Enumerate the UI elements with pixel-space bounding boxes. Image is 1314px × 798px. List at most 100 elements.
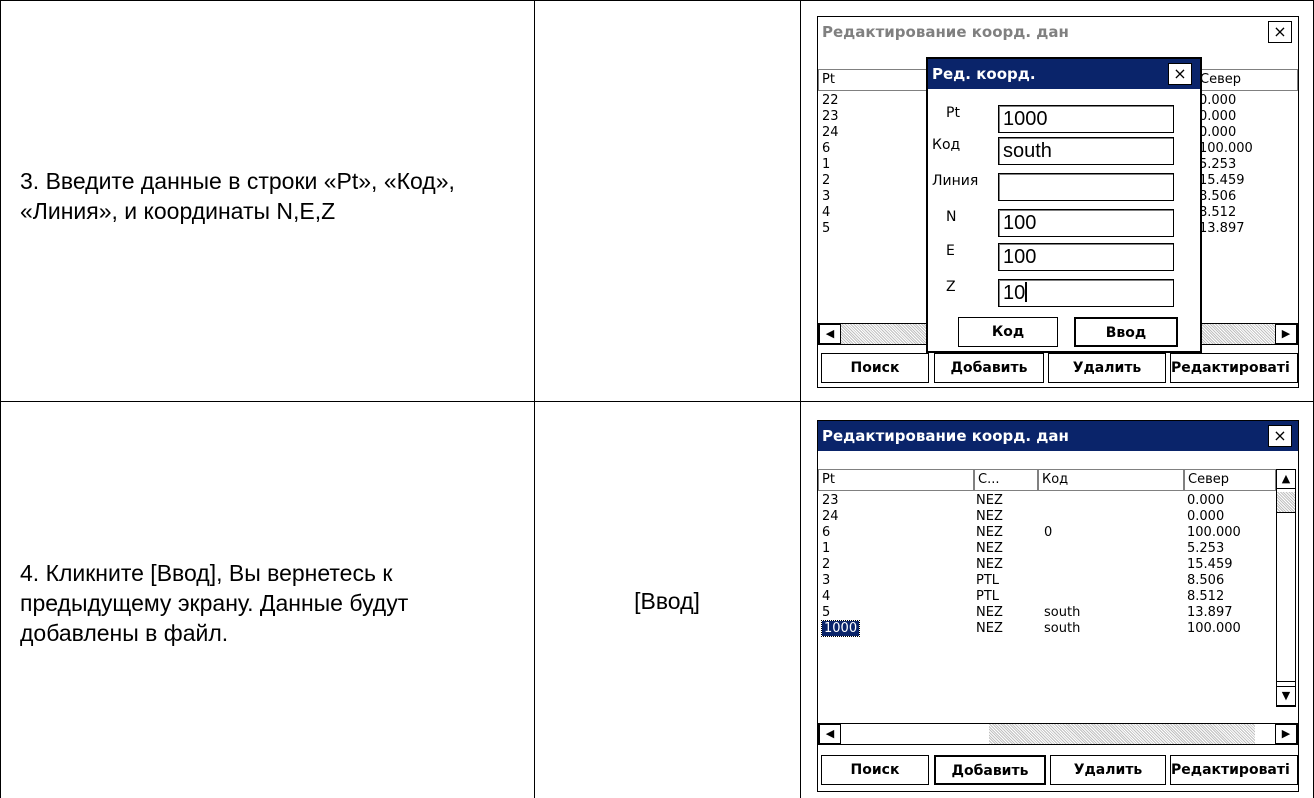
pt-cell[interactable]: 23	[822, 109, 839, 124]
pt-cell: 23	[822, 493, 839, 508]
north-cell[interactable]: 5.253	[1199, 157, 1236, 172]
edit-coords-dialog: Ред. коорд. × Pt 1000 Код south Линия N 100 E 10…	[926, 57, 1202, 353]
table-row[interactable]: 4 PTL 8.512	[818, 589, 1276, 605]
column-header-pt[interactable]: Pt	[818, 469, 974, 491]
table-row[interactable]: 24 NEZ 0.000	[818, 509, 1276, 525]
north-cell[interactable]: 0.000	[1199, 125, 1236, 140]
table-row[interactable]: 23 NEZ 0.000	[818, 493, 1276, 509]
pt-value: 2	[822, 557, 831, 572]
pt-cell: 2	[822, 557, 830, 572]
field-input[interactable]: 1000	[998, 105, 1174, 133]
type-cell: NEZ	[976, 605, 1003, 620]
pt-cell[interactable]: 24	[822, 125, 839, 140]
north-cell[interactable]: 8.506	[1199, 189, 1236, 204]
add-button[interactable]: Добавить	[934, 353, 1044, 383]
vertical-scrollbar[interactable]: ▲ ▼	[1276, 469, 1296, 707]
window-title-text: Редактирование коорд. дан	[822, 427, 1069, 445]
dialog-close-icon[interactable]: ×	[1168, 63, 1192, 85]
field-input[interactable]: 100	[998, 243, 1174, 271]
scroll-track-top[interactable]	[1277, 492, 1295, 512]
pt-cell[interactable]: 2	[822, 173, 830, 188]
hscroll-track[interactable]	[989, 724, 1255, 744]
dialog-title-text: Ред. коорд.	[932, 65, 1036, 83]
north-cell[interactable]: 0.000	[1199, 109, 1236, 124]
scroll-down-icon[interactable]: ▼	[1276, 686, 1296, 706]
horizontal-scrollbar[interactable]: ◀ ▶	[818, 723, 1298, 745]
delete-button[interactable]: Удалить	[1048, 353, 1166, 383]
scroll-thumb[interactable]	[1276, 512, 1296, 682]
column-header-c[interactable]: С...	[974, 469, 1038, 491]
pt-cell[interactable]: 1	[822, 157, 830, 172]
table-col-divider-2	[800, 0, 801, 798]
pt-cell[interactable]: 22	[822, 93, 839, 108]
table-row[interactable]: 3 PTL 8.506	[818, 573, 1276, 589]
type-cell: NEZ	[976, 509, 1003, 524]
field-input[interactable]	[998, 173, 1174, 201]
device-screen-edit-dialog: Редактирование коорд. дан × Pt Север 22 2…	[817, 16, 1299, 388]
pt-value: 1	[822, 541, 831, 556]
table-row[interactable]: 1 NEZ 5.253	[818, 541, 1276, 557]
field-value: 10	[1003, 282, 1026, 304]
north-cell: 8.506	[1187, 573, 1225, 588]
field-input[interactable]: 10	[998, 279, 1174, 307]
field-input[interactable]: south	[998, 137, 1174, 165]
scroll-left-icon[interactable]: ◀	[819, 324, 841, 344]
delete-button[interactable]: Удалить	[1050, 755, 1166, 785]
table-row[interactable]: 6 NEZ 0 100.000	[818, 525, 1276, 541]
column-header-north[interactable]: Север	[1196, 69, 1298, 91]
scroll-right-icon[interactable]: ▶	[1275, 324, 1297, 344]
code-button[interactable]: Код	[958, 317, 1058, 347]
close-icon[interactable]: ×	[1268, 21, 1292, 43]
north-cell[interactable]: 8.512	[1199, 205, 1236, 220]
step-4-text: 4. Кликните [Ввод], Вы вернетесь к преды…	[20, 560, 409, 646]
table-row-divider	[0, 401, 1314, 402]
table-border-left	[0, 0, 1, 798]
table-row[interactable]: 1000 NEZ south 100.000	[818, 620, 1276, 637]
north-cell[interactable]: 0.000	[1199, 93, 1236, 108]
hscroll-thumb[interactable]	[841, 724, 989, 744]
pt-value: 5	[822, 605, 831, 620]
pt-cell[interactable]: 6	[822, 141, 830, 156]
pt-value: 6	[822, 525, 831, 540]
north-cell[interactable]: 100.000	[1199, 141, 1253, 156]
type-cell: PTL	[976, 573, 1000, 588]
enter-button[interactable]: Ввод	[1074, 317, 1178, 347]
field-value: 100	[1003, 246, 1037, 268]
type-cell: NEZ	[976, 525, 1003, 540]
field-label: Линия	[932, 173, 979, 189]
add-button[interactable]: Добавить	[934, 755, 1046, 785]
close-icon[interactable]: ×	[1268, 425, 1292, 447]
step-3-text: 3. Введите данные в строки «Pt», «Код», …	[20, 168, 455, 224]
pt-cell[interactable]: 5	[822, 221, 830, 236]
search-button[interactable]: Поиск	[821, 755, 929, 785]
column-header-code[interactable]: Код	[1038, 469, 1184, 491]
table-row[interactable]: 2 NEZ 15.459	[818, 557, 1276, 573]
pt-cell[interactable]: 4	[822, 205, 830, 220]
pt-cell[interactable]: 3	[822, 189, 830, 204]
edit-button[interactable]: Редактироваті	[1170, 755, 1298, 785]
type-cell: NEZ	[976, 557, 1003, 572]
pt-cell: 1000	[820, 620, 861, 637]
north-cell: 100.000	[1187, 621, 1241, 636]
code-cell: south	[1044, 605, 1081, 620]
north-cell[interactable]: 15.459	[1199, 173, 1245, 188]
search-button[interactable]: Поиск	[821, 353, 929, 383]
code-cell: south	[1044, 621, 1081, 636]
window-title: Редактирование коорд. дан	[818, 421, 1298, 451]
pt-cell: 1	[822, 541, 830, 556]
scroll-left-icon[interactable]: ◀	[819, 724, 841, 744]
step-4-action: [Ввод]	[634, 588, 700, 614]
pt-cell: 4	[822, 589, 830, 604]
table-row[interactable]: 5 NEZ south 13.897	[818, 605, 1276, 621]
north-cell[interactable]: 13.897	[1199, 221, 1245, 236]
scroll-up-icon[interactable]: ▲	[1276, 469, 1296, 489]
list-header: Pt С... Код Север	[818, 469, 1298, 491]
edit-button[interactable]: Редактироваті	[1170, 353, 1298, 383]
column-header-pt[interactable]: Pt	[818, 69, 928, 91]
scroll-right-icon[interactable]: ▶	[1275, 724, 1297, 744]
north-cell: 8.512	[1187, 589, 1225, 604]
type-cell: PTL	[976, 589, 1000, 604]
field-input[interactable]: 100	[998, 209, 1174, 237]
column-header-north[interactable]: Север	[1184, 469, 1276, 491]
pt-cell: 24	[822, 509, 839, 524]
